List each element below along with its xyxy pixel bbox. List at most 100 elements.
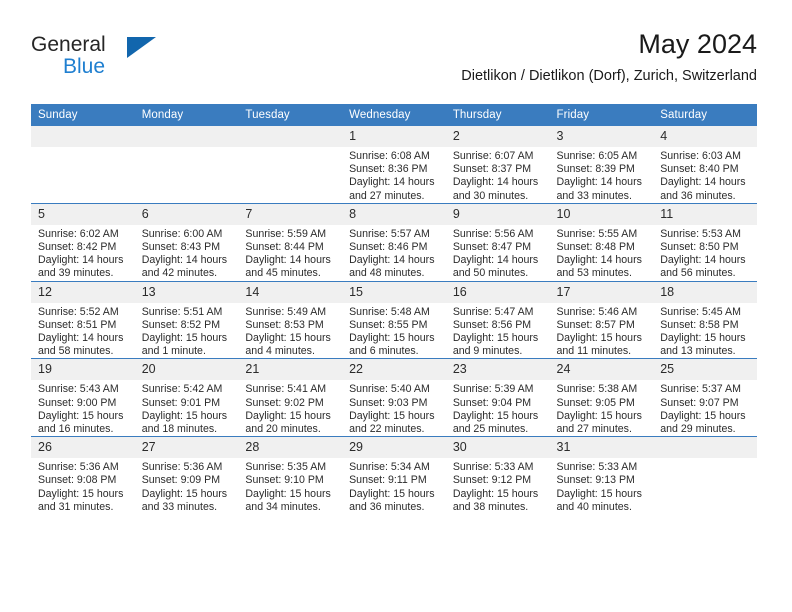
daylight-duration-line2: and 30 minutes. [452, 189, 529, 202]
daylight-duration-line1: Daylight: 15 hours [556, 332, 642, 345]
sunrise-time: Sunrise: 5:49 AM [245, 305, 327, 318]
daylight-duration-line2: and 20 minutes. [245, 423, 321, 436]
sunset-time: Sunset: 8:40 PM [660, 163, 739, 176]
sunset-time: Sunset: 9:05 PM [556, 396, 635, 409]
day-number: 25 [653, 359, 757, 381]
calendar-day-cell[interactable]: 25 Sunrise: 5:37 AM Sunset: 9:07 PM Dayligh… [653, 358, 757, 437]
day-details: Sunrise: 6:00 AM Sunset: 8:43 PM Daylight:… [135, 225, 239, 281]
calendar-day-cell[interactable]: 9 Sunrise: 5:56 AM Sunset: 8:47 PM Daylight… [445, 202, 550, 282]
day-number: 24 [549, 359, 654, 381]
calendar-day-cell[interactable]: 10 Sunrise: 5:55 AM Sunset: 8:48 PM Dayligh… [549, 202, 654, 282]
calendar-day-cell[interactable]: 27 Sunrise: 5:36 AM Sunset: 9:09 PM Dayligh… [134, 436, 239, 515]
sunrise-time: Sunrise: 5:45 AM [660, 305, 741, 318]
calendar-day-cell[interactable]: 6 Sunrise: 6:00 AM Sunset: 8:43 PM Daylight… [134, 202, 239, 282]
calendar-day-cell[interactable]: 26 Sunrise: 5:36 AM Sunset: 9:08 PM Dayligh… [31, 436, 135, 515]
day-details: Sunrise: 5:34 AM Sunset: 9:11 PM Daylight:… [342, 458, 446, 514]
calendar-day-cell[interactable]: 7 Sunrise: 5:59 AM Sunset: 8:44 PM Daylight… [238, 202, 343, 282]
day-number [653, 437, 757, 459]
calendar-day-cell[interactable]: 12 Sunrise: 5:52 AM Sunset: 8:51 PM Dayligh… [31, 280, 135, 359]
day-details: Sunrise: 5:52 AM Sunset: 8:51 PM Daylight:… [31, 303, 135, 359]
daylight-duration-line2: and 27 minutes. [556, 423, 632, 436]
calendar-week-row: 12 Sunrise: 5:52 AM Sunset: 8:51 PM Dayligh… [31, 280, 757, 359]
day-details: Sunrise: 5:35 AM Sunset: 9:10 PM Daylight:… [238, 458, 342, 514]
day-details: Sunrise: 6:07 AM Sunset: 8:37 PM Daylight:… [446, 147, 550, 203]
calendar-day-cell[interactable]: 28 Sunrise: 5:35 AM Sunset: 9:10 PM Dayligh… [238, 436, 343, 515]
daylight-duration-line1: Daylight: 15 hours [452, 487, 539, 500]
daylight-duration-line1: Daylight: 14 hours [556, 254, 642, 267]
sunrise-time: Sunrise: 5:51 AM [141, 305, 223, 318]
daylight-duration-line1: Daylight: 15 hours [660, 409, 746, 422]
calendar-day-cell[interactable]: 16 Sunrise: 5:47 AM Sunset: 8:56 PM Dayligh… [445, 280, 550, 359]
daylight-duration-line2: and 16 minutes. [38, 423, 114, 436]
sunset-time: Sunset: 9:00 PM [38, 396, 117, 409]
daylight-duration-line1: Daylight: 14 hours [245, 254, 331, 267]
sunrise-time: Sunrise: 5:41 AM [245, 383, 327, 396]
calendar-day-cell[interactable]: 24 Sunrise: 5:38 AM Sunset: 9:05 PM Dayligh… [549, 358, 654, 437]
day-number: 27 [134, 437, 239, 459]
day-details: Sunrise: 6:08 AM Sunset: 8:36 PM Daylight:… [342, 147, 446, 203]
calendar-day-cell[interactable]: 19 Sunrise: 5:43 AM Sunset: 9:00 PM Dayligh… [31, 358, 135, 437]
day-number: 12 [31, 281, 135, 303]
sunset-time: Sunset: 9:12 PM [452, 474, 532, 487]
sunset-time: Sunset: 8:36 PM [349, 163, 428, 176]
weekday-header-tuesday: Tuesday [238, 104, 343, 126]
weekday-header-wednesday: Wednesday [342, 104, 446, 126]
day-details: Sunrise: 5:33 AM Sunset: 9:13 PM Daylight:… [550, 458, 654, 514]
calendar-day-cell[interactable]: 31 Sunrise: 5:33 AM Sunset: 9:13 PM Dayligh… [549, 436, 654, 515]
daylight-duration-line2: and 18 minutes. [141, 423, 218, 436]
sunrise-time: Sunrise: 5:36 AM [141, 461, 223, 474]
sunrise-time: Sunrise: 5:38 AM [556, 383, 638, 396]
sunrise-time: Sunrise: 6:00 AM [141, 227, 223, 240]
calendar-day-cell[interactable]: 3 Sunrise: 6:05 AM Sunset: 8:39 PM Daylight… [549, 126, 654, 204]
day-number [238, 126, 343, 147]
day-number: 6 [134, 203, 239, 225]
calendar-day-cell[interactable]: 5 Sunrise: 6:02 AM Sunset: 8:42 PM Daylight… [31, 202, 135, 282]
daylight-duration-line1: Daylight: 14 hours [556, 176, 642, 189]
calendar-day-cell[interactable]: 14 Sunrise: 5:49 AM Sunset: 8:53 PM Dayligh… [238, 280, 343, 359]
calendar-day-cell[interactable]: 8 Sunrise: 5:57 AM Sunset: 8:46 PM Daylight… [342, 202, 446, 282]
sunrise-time: Sunrise: 5:47 AM [452, 305, 534, 318]
calendar-day-cell[interactable]: 1 Sunrise: 6:08 AM Sunset: 8:36 PM Daylight… [342, 126, 446, 204]
day-number: 26 [31, 437, 135, 459]
daylight-duration-line2: and 45 minutes. [245, 267, 321, 280]
day-details: Sunrise: 5:43 AM Sunset: 9:00 PM Daylight:… [31, 380, 135, 436]
calendar-day-cell[interactable]: 18 Sunrise: 5:45 AM Sunset: 8:58 PM Dayligh… [653, 280, 757, 359]
calendar-day-cell[interactable]: 17 Sunrise: 5:46 AM Sunset: 8:57 PM Dayligh… [549, 280, 654, 359]
daylight-duration-line1: Daylight: 14 hours [349, 176, 435, 189]
sunset-time: Sunset: 8:48 PM [556, 241, 635, 254]
calendar-week-row: 26 Sunrise: 5:36 AM Sunset: 9:08 PM Dayligh… [31, 436, 757, 515]
sunrise-time: Sunrise: 5:39 AM [452, 383, 534, 396]
calendar-day-cell[interactable]: 20 Sunrise: 5:42 AM Sunset: 9:01 PM Dayligh… [134, 358, 239, 437]
daylight-duration-line1: Daylight: 15 hours [452, 409, 539, 422]
day-number: 11 [653, 203, 757, 225]
calendar-day-cell[interactable]: 13 Sunrise: 5:51 AM Sunset: 8:52 PM Dayligh… [134, 280, 239, 359]
calendar-day-cell[interactable]: 30 Sunrise: 5:33 AM Sunset: 9:12 PM Dayligh… [445, 436, 550, 515]
day-number: 23 [445, 359, 550, 381]
day-number: 14 [238, 281, 343, 303]
daylight-duration-line1: Daylight: 14 hours [452, 176, 539, 189]
day-details: Sunrise: 6:05 AM Sunset: 8:39 PM Daylight:… [550, 147, 654, 203]
calendar-day-cell[interactable]: 15 Sunrise: 5:48 AM Sunset: 8:55 PM Dayligh… [342, 280, 446, 359]
day-details: Sunrise: 6:02 AM Sunset: 8:42 PM Daylight:… [31, 225, 135, 281]
sunset-time: Sunset: 9:11 PM [349, 474, 427, 487]
calendar-day-cell[interactable]: 22 Sunrise: 5:40 AM Sunset: 9:03 PM Dayligh… [342, 358, 446, 437]
day-details: Sunrise: 5:49 AM Sunset: 8:53 PM Daylight:… [238, 303, 342, 359]
daylight-duration-line1: Daylight: 15 hours [245, 409, 331, 422]
calendar-day-cell[interactable]: 21 Sunrise: 5:41 AM Sunset: 9:02 PM Dayligh… [238, 358, 343, 437]
calendar-day-cell[interactable]: 11 Sunrise: 5:53 AM Sunset: 8:50 PM Dayligh… [653, 202, 757, 282]
sunrise-time: Sunrise: 5:33 AM [556, 461, 638, 474]
day-number: 18 [653, 281, 757, 303]
day-number: 3 [549, 126, 654, 147]
calendar-day-cell[interactable]: 4 Sunrise: 6:03 AM Sunset: 8:40 PM Daylight… [653, 126, 757, 204]
calendar-day-cell[interactable]: 23 Sunrise: 5:39 AM Sunset: 9:04 PM Dayligh… [445, 358, 550, 437]
calendar-day-cell[interactable]: 2 Sunrise: 6:07 AM Sunset: 8:37 PM Daylight… [445, 126, 550, 204]
day-number: 19 [31, 359, 135, 381]
sunset-time: Sunset: 8:37 PM [452, 163, 532, 176]
sunrise-time: Sunrise: 5:37 AM [660, 383, 741, 396]
sunrise-time: Sunrise: 5:55 AM [556, 227, 638, 240]
calendar-day-cell[interactable]: 29 Sunrise: 5:34 AM Sunset: 9:11 PM Dayligh… [342, 436, 446, 515]
sunrise-time: Sunrise: 6:02 AM [38, 227, 119, 240]
weekday-header-thursday: Thursday [445, 104, 550, 126]
sunset-time: Sunset: 8:44 PM [245, 241, 324, 254]
daylight-duration-line2: and 22 minutes. [349, 423, 425, 436]
